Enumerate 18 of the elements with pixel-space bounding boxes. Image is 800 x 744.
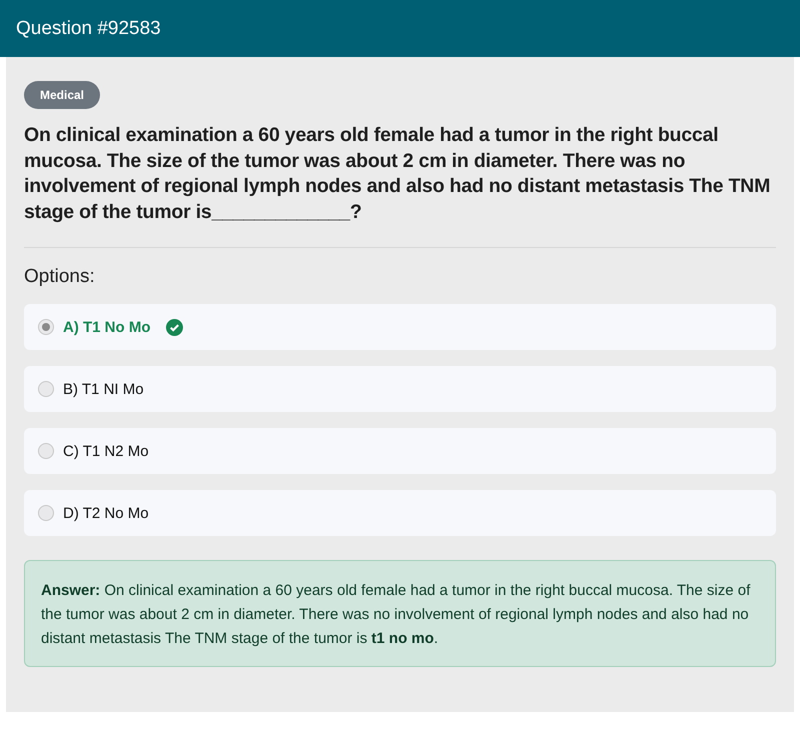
option-label: D) T2 No Mo: [63, 504, 149, 522]
option-label: C) T1 N2 Mo: [63, 442, 149, 460]
question-text: On clinical examination a 60 years old female had a tumor in the right buccal mucosa. The size of the tumor was about 2 cm in diameter. There was no involvement of regional lymph nodes and also had no distant metastasis The TNM stage of the tumor is_____________?: [24, 123, 772, 224]
option-item[interactable]: B) T1 NI Mo: [24, 366, 776, 412]
check-circle-icon: [166, 318, 182, 336]
radio-button[interactable]: [38, 381, 54, 397]
option-item[interactable]: C) T1 N2 Mo: [24, 428, 776, 474]
answer-text: Answer: On clinical examination a 60 years old female had a tumor in the right buccal mucosa. The size of the tumor was about 2 cm in diameter. There was no involvement of regional lymph nodes and also had no distant metastasis The TNM stage of the tumor is t1 no mo.: [24, 560, 776, 667]
question-title: Question #92583: [16, 18, 161, 40]
option-item[interactable]: A) T1 No Mo: [24, 304, 776, 350]
option-item[interactable]: D) T2 No Mo: [24, 490, 776, 536]
option-label: B) T1 NI Mo: [63, 380, 144, 398]
options-heading: Options:: [24, 266, 96, 288]
category-tag[interactable]: Medical: [24, 81, 100, 109]
radio-button[interactable]: [38, 505, 54, 521]
radio-button[interactable]: [38, 443, 54, 459]
option-label: A) T1 No Mo: [63, 318, 150, 336]
radio-button[interactable]: [38, 319, 54, 335]
